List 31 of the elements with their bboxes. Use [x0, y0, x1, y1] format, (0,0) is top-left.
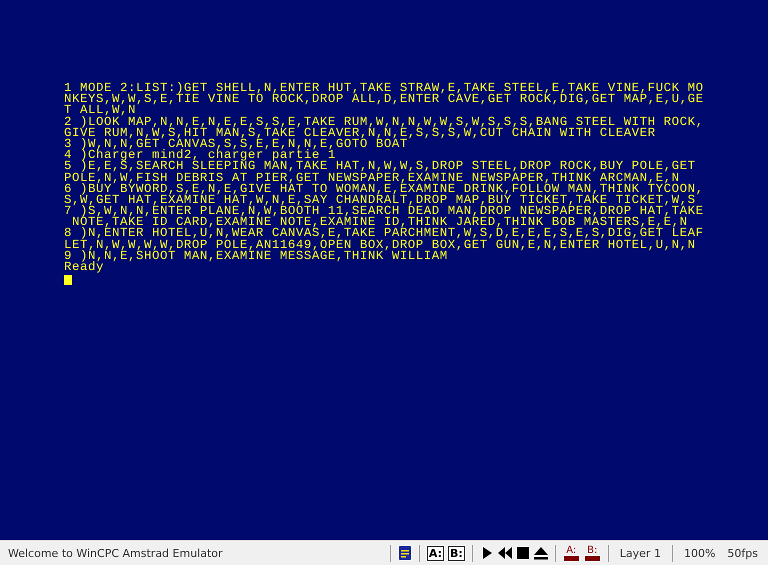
screen-text-line: LET,N,W,W,W,W,DROP POLE,AN11649,OPEN BOX,DROP BOX,GET GUN,E,N,ENTER HOTEL,U,N,N — [64, 240, 696, 251]
disk-list-icon[interactable] — [396, 545, 413, 561]
screen-text-line: NOTE,TAKE ID CARD,EXAMINE NOTE,EXAMINE ID,THINK JARED,THINK BOB MASTERS,E,E,N — [71, 217, 688, 228]
screen-text-line: 4 )Charger mind2, charger partie 1 — [64, 150, 336, 162]
drive-button[interactable]: B: — [448, 546, 465, 560]
drive-led-indicator — [564, 556, 579, 560]
screen-text-line: T ALL,W,N — [64, 105, 136, 117]
screen-text-line: 6 )BUY BYWORD,S,E,N,E,GIVE HAT TO WOMAN,E,EXAMINE DRINK,FOLLOW MAN,THINK TYCOON, — [64, 184, 704, 195]
screen-text-line: 7 )S,W,N,N,ENTER PLANE,N,W,BOOTH 11,SEARCH DEAD MAN,DROP NEWSPAPER,DROP HAT,TAKE — [64, 206, 704, 218]
screen-text-line: POLE,N,W,FISH DEBRIS AT PIER,GET NEWSPAPER,EXAMINE NEWSPAPER,THINK ARCMAN,E,N — [64, 172, 680, 184]
screen-text-line: 5 )E,E,S,SEARCH SLEEPING MAN,TAKE HAT,N,W,W,S,DROP STEEL,DROP ROCK,BUY POLE,GET — [64, 161, 696, 172]
drive-label: A: — [566, 546, 576, 556]
screen-text-line: 2 )LOOK MAP,N,N,E,N,E,E,S,S,E,TAKE RUM,W,N,N,W,W,S,W,S,S,S,BANG STEEL WITH ROCK, — [64, 116, 704, 128]
screen-text-line: Ready — [64, 262, 104, 274]
screen-text-line: 9 )N,N,E,SHOOT MAN,EXAMINE MESSAGE,THINK WILLIAM — [64, 250, 448, 262]
screen-text-line: 1 MODE 2:LIST:)GET SHELL,N,ENTER HUT,TAKE STRAW,E,TAKE STEEL,E,TAKE VINE,FUCK MO — [64, 83, 704, 94]
drive-led-indicator — [584, 556, 600, 560]
stop-icon[interactable] — [514, 545, 531, 561]
layer-label: Layer 1 — [620, 546, 661, 560]
screen-text-line: NKEYS,W,W,S,E,TIE VINE TO ROCK,DROP ALL,D,ENTER CAVE,GET ROCK,DIG,GET MAP,E,U,GE — [64, 94, 704, 106]
screen-text-line: GIVE RUM,N,W,S,HIT MAN,S,TAKE CLEAVER,N,N,E,S,S,S,W,CUT CHAIN WITH CLEAVER — [64, 128, 656, 139]
drive-button[interactable]: A: — [426, 546, 444, 560]
screen-text-line: 3 )W,N,N,GET CANVAS,S,S,E,E,N,N,E,GOTO BOAT — [64, 138, 408, 150]
eject-icon[interactable] — [532, 545, 549, 561]
zoom-level: 100% — [684, 546, 716, 560]
fps-counter: 50fps — [727, 546, 758, 560]
screen-text-line: S,W,GET HAT,EXAMINE HAT,W,N,E,SAY CHANDRALT,DROP MAP,BUY TICKET,TAKE TICKET,W,S — [64, 194, 696, 206]
status-message: Welcome to WinCPC Amstrad Emulator — [8, 546, 224, 560]
screen-text-line: 8 )N,ENTER HOTEL,U,N,WEAR CANVAS,E,TAKE PARCHMENT,W,S,D,E,E,E,S,E,S,DIG,GET LEAF — [64, 228, 704, 240]
rewind-icon[interactable] — [496, 545, 513, 561]
drive-label: B: — [587, 546, 598, 556]
